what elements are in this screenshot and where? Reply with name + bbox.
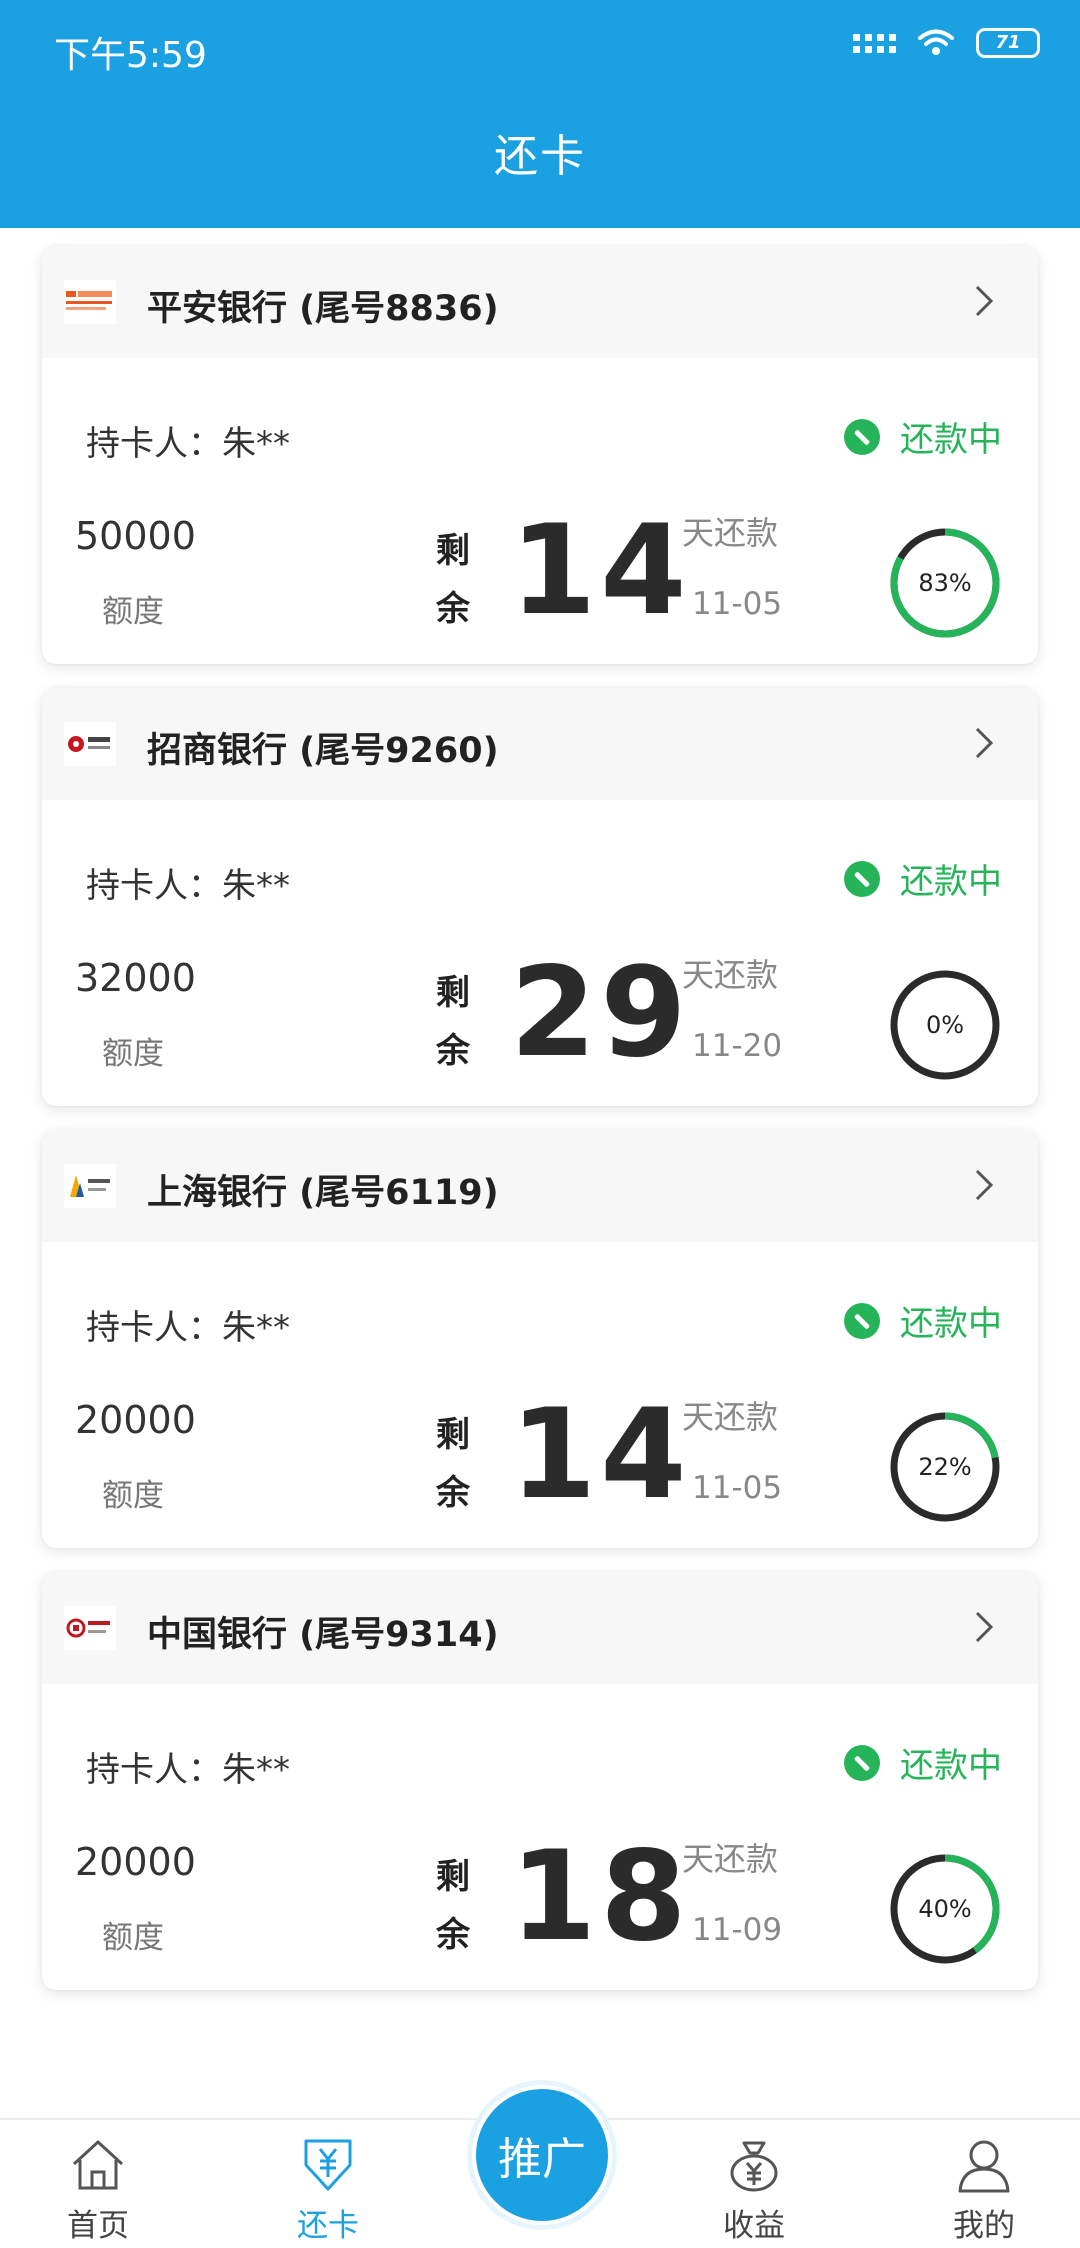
status-text: 还款中 [900,420,1002,460]
status-icon [844,1302,880,1339]
status-text: 还款中 [900,1304,1002,1344]
bank-name: 中国银行 (尾号9314) [147,1615,499,1655]
user-icon [958,2140,1010,2193]
repay-status: 还款中 [844,854,1002,903]
card-holder: 持卡人：朱** [86,424,290,464]
credit-limit: 20000 [75,1398,196,1442]
repay-date: 11-20 [692,1028,783,1064]
chevron-right-icon[interactable] [974,1610,994,1644]
progress-ring: 40% [888,1852,1002,1966]
tab-home[interactable]: 首页 [18,2130,178,2245]
cmb-bank-logo [64,722,116,766]
remaining-label: 剩余 [436,1857,470,1955]
status-text: 还款中 [900,862,1002,902]
repay-status: 还款中 [844,1296,1002,1345]
credit-limit: 32000 [75,956,196,1000]
progress-ring: 22% [888,1410,1002,1524]
page-title: 还卡 [494,131,586,182]
tab-income-label: 收益 [723,2208,785,2244]
status-icon [844,1744,880,1781]
chevron-right-icon[interactable] [974,726,994,760]
bank-name: 招商银行 (尾号9260) [147,731,499,771]
remaining-label: 剩余 [436,1415,470,1513]
credit-limit: 50000 [75,514,196,558]
tab-repay[interactable]: 还卡 [248,2130,408,2245]
card-header[interactable]: 招商银行 (尾号9260) [42,688,1038,800]
credit-limit-label: 额度 [102,1478,164,1514]
promo-label: 推广 [476,2089,608,2221]
days-suffix: 天还款 [682,956,779,994]
status-bar: 下午5:59 71 [0,0,1080,96]
days-remaining: 14 [510,499,691,643]
credit-limit-label: 额度 [102,1920,164,1956]
status-icon [844,860,880,897]
days-suffix: 天还款 [682,1840,779,1878]
battery-icon: 71 [976,28,1040,58]
tab-mine-label: 我的 [953,2208,1015,2244]
days-suffix: 天还款 [682,514,779,552]
repay-status: 还款中 [844,412,1002,461]
credit-limit-label: 额度 [102,594,164,630]
bank-name: 平安银行 (尾号8836) [147,289,499,329]
bank-of-shanghai-logo [64,1164,116,1208]
credit-card-item[interactable]: 上海银行 (尾号6119) 持卡人：朱** 还款中 20000 额度 剩余 14… [42,1130,1038,1548]
money-bag-icon [730,2141,778,2192]
repay-card-icon [304,2139,352,2191]
repay-date: 11-05 [692,586,783,622]
tab-home-label: 首页 [67,2208,129,2244]
bank-of-china-logo [64,1606,116,1650]
days-remaining: 29 [510,941,691,1085]
tab-income[interactable]: 收益 [674,2130,834,2245]
progress-percent: 22% [918,1453,972,1481]
status-time: 下午5:59 [54,35,207,76]
repay-date: 11-05 [692,1470,783,1506]
credit-card-item[interactable]: 招商银行 (尾号9260) 持卡人：朱** 还款中 32000 额度 剩余 29… [42,688,1038,1106]
wifi-icon [918,29,954,55]
progress-ring: 0% [888,968,1002,1082]
signal-icon [853,33,896,53]
card-header[interactable]: 平安银行 (尾号8836) [42,246,1038,358]
chevron-right-icon[interactable] [974,1168,994,1202]
card-holder: 持卡人：朱** [86,1308,290,1348]
days-suffix: 天还款 [682,1398,779,1436]
card-holder: 持卡人：朱** [86,866,290,906]
status-icon [844,418,880,455]
chevron-right-icon[interactable] [974,284,994,318]
repay-date: 11-09 [692,1912,783,1948]
credit-limit-label: 额度 [102,1036,164,1072]
progress-percent: 40% [918,1895,972,1923]
app-header: 还卡 [0,96,1080,228]
card-holder: 持卡人：朱** [86,1750,290,1790]
bank-name: 上海银行 (尾号6119) [147,1173,499,1213]
tab-repay-label: 还卡 [297,2208,359,2244]
remaining-label: 剩余 [436,531,470,629]
card-header[interactable]: 中国银行 (尾号9314) [42,1572,1038,1684]
repay-status: 还款中 [844,1738,1002,1787]
tab-mine[interactable]: 我的 [904,2130,1064,2245]
status-text: 还款中 [900,1746,1002,1786]
pingan-bank-logo [64,280,116,324]
credit-card-item[interactable]: 平安银行 (尾号8836) 持卡人：朱** 还款中 50000 额度 剩余 14… [42,246,1038,664]
card-header[interactable]: 上海银行 (尾号6119) [42,1130,1038,1242]
home-icon [72,2140,124,2190]
remaining-label: 剩余 [436,973,470,1071]
days-remaining: 14 [510,1383,691,1527]
credit-card-item[interactable]: 中国银行 (尾号9314) 持卡人：朱** 还款中 20000 额度 剩余 18… [42,1572,1038,1990]
progress-percent: 83% [918,569,972,597]
progress-ring: 83% [888,526,1002,640]
progress-percent: 0% [925,1011,965,1039]
status-icons: 71 [853,28,1040,58]
promo-button[interactable]: 推广 [467,2080,617,2230]
days-remaining: 18 [510,1825,691,1969]
credit-limit: 20000 [75,1840,196,1884]
